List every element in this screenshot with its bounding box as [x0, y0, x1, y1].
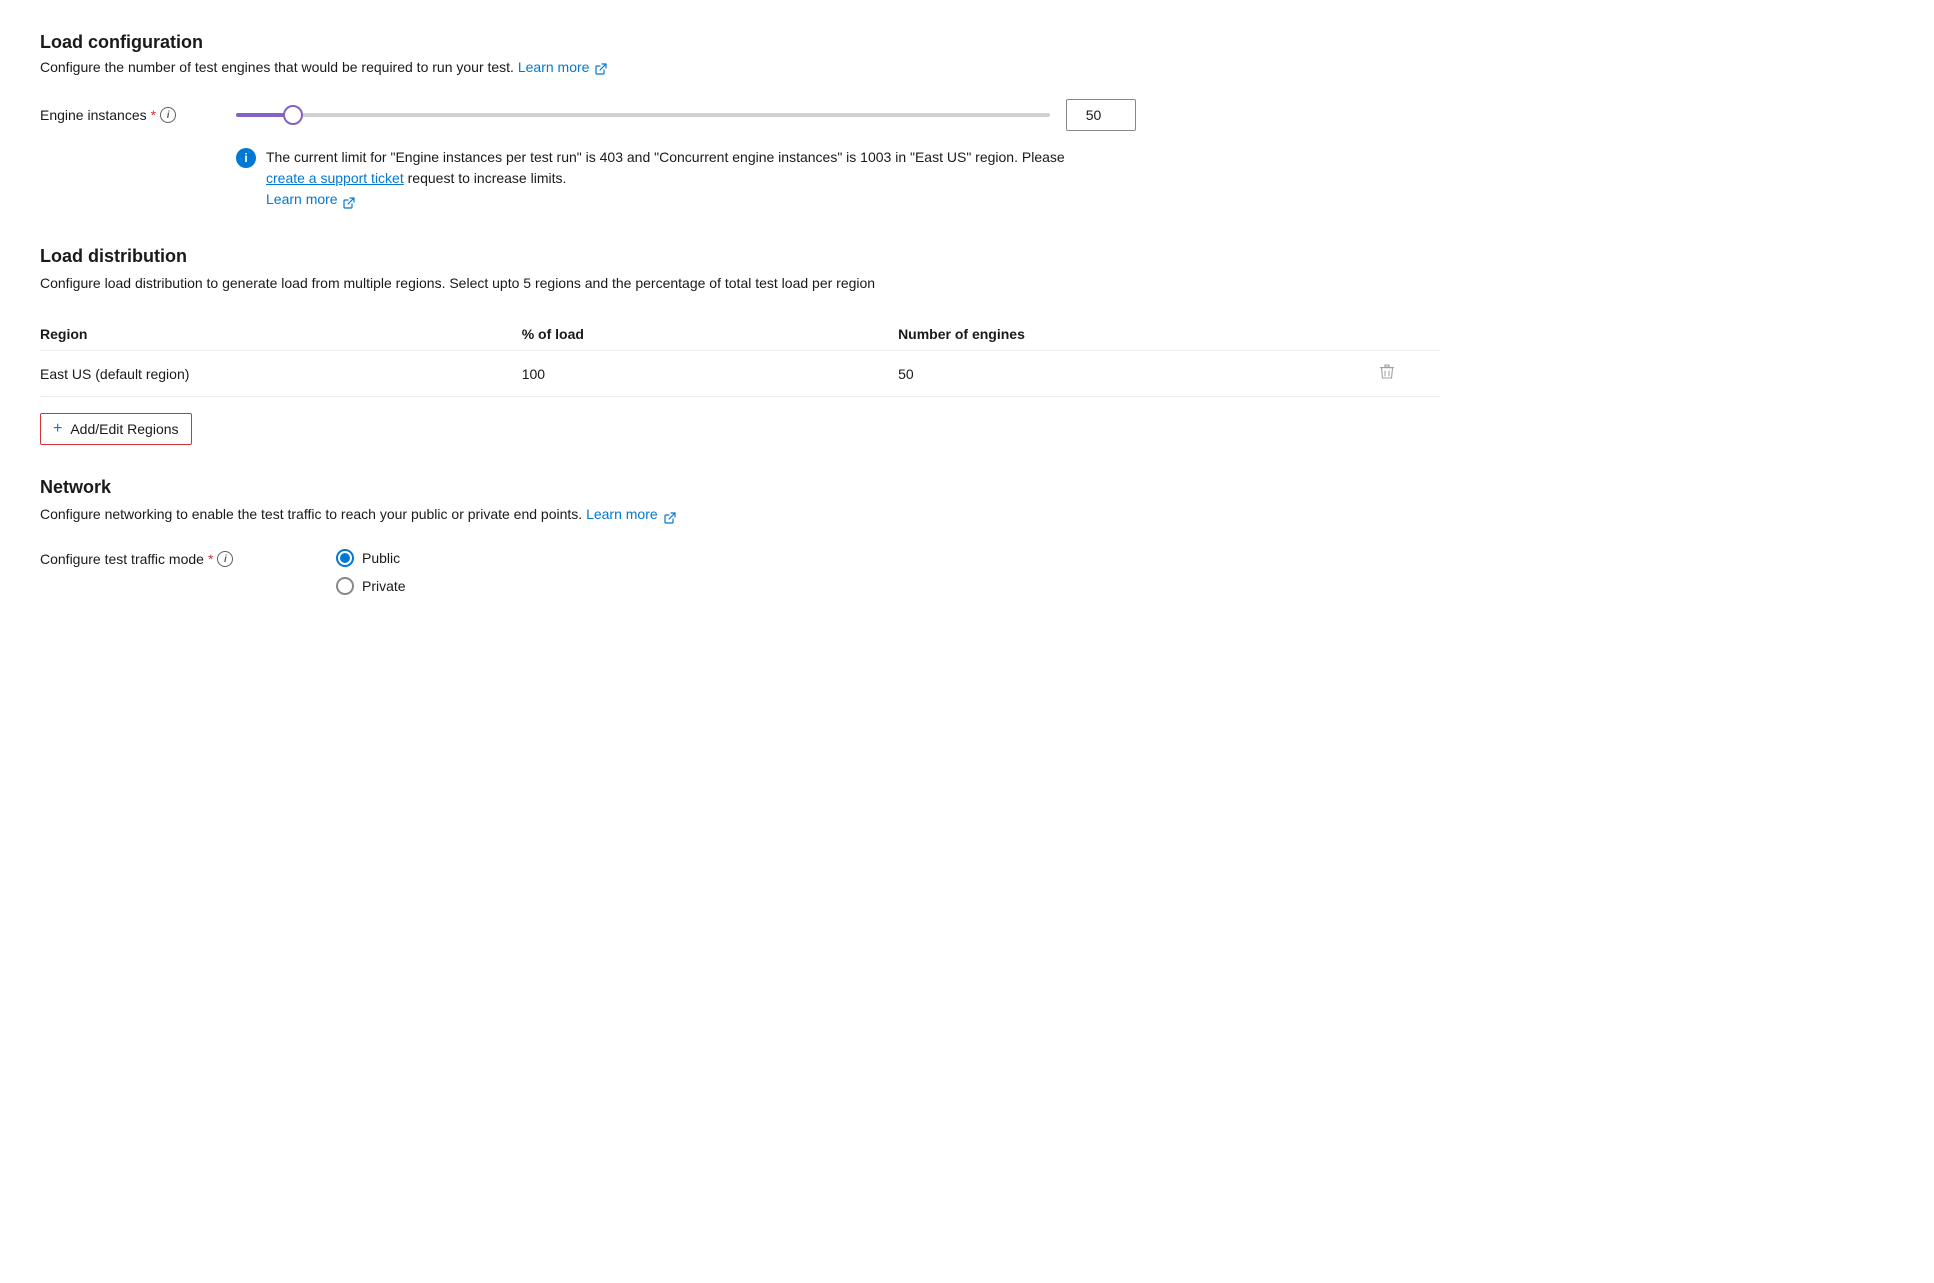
network-desc: Configure networking to enable the test …	[40, 504, 1040, 525]
radio-public-indicator[interactable]	[336, 549, 354, 567]
load-config-learn-more-link[interactable]: Learn more	[518, 59, 607, 75]
radio-public-label: Public	[362, 550, 400, 566]
engine-instances-info-box: i The current limit for "Engine instance…	[236, 147, 1096, 210]
network-section: Network Configure networking to enable t…	[40, 477, 1894, 595]
engine-instances-info-icon[interactable]: i	[160, 107, 176, 123]
plus-icon: +	[53, 420, 62, 438]
radio-private-label: Private	[362, 578, 406, 594]
required-indicator: *	[151, 107, 156, 123]
radio-private-indicator[interactable]	[336, 577, 354, 595]
col-header-load: % of load	[522, 318, 898, 351]
engines-count-cell: 50	[898, 351, 1350, 397]
info-box-external-icon	[343, 194, 355, 206]
engine-instances-row: Engine instances * i	[40, 99, 1894, 131]
network-learn-more-link[interactable]: Learn more	[586, 506, 675, 522]
info-box-learn-more-link[interactable]: Learn more	[266, 191, 355, 207]
info-circle-icon: i	[236, 148, 256, 168]
traffic-mode-required: *	[208, 551, 213, 567]
regions-table-header-row: Region % of load Number of engines	[40, 318, 1440, 351]
load-percent-cell: 100	[522, 351, 898, 397]
regions-table: Region % of load Number of engines East …	[40, 318, 1440, 397]
engine-instances-value-input[interactable]	[1066, 99, 1136, 131]
add-edit-regions-label: Add/Edit Regions	[70, 421, 178, 437]
engine-instances-slider-thumb[interactable]	[283, 105, 303, 125]
traffic-mode-label: Configure test traffic mode * i	[40, 549, 320, 567]
load-distribution-section: Load distribution Configure load distrib…	[40, 246, 1894, 477]
radio-option-public[interactable]: Public	[336, 549, 406, 567]
col-header-action	[1350, 318, 1440, 351]
col-header-engines: Number of engines	[898, 318, 1350, 351]
external-link-icon	[595, 62, 607, 74]
table-row: East US (default region) 100 50	[40, 351, 1440, 397]
add-edit-regions-button[interactable]: + Add/Edit Regions	[40, 413, 192, 445]
col-header-region: Region	[40, 318, 522, 351]
traffic-mode-field-row: Configure test traffic mode * i Public P…	[40, 549, 1894, 595]
network-external-icon	[664, 509, 676, 521]
create-support-ticket-link[interactable]: create a support ticket	[266, 170, 404, 186]
engine-instances-label: Engine instances * i	[40, 107, 220, 123]
load-configuration-section: Load configuration Configure the number …	[40, 32, 1894, 210]
traffic-mode-options: Public Private	[336, 549, 406, 595]
load-config-desc: Configure the number of test engines tha…	[40, 59, 1894, 75]
traffic-mode-info-icon[interactable]: i	[217, 551, 233, 567]
load-config-title: Load configuration	[40, 32, 1894, 53]
load-dist-title: Load distribution	[40, 246, 1894, 267]
load-dist-desc: Configure load distribution to generate …	[40, 273, 940, 294]
delete-row-icon[interactable]	[1378, 363, 1396, 381]
region-name-cell: East US (default region)	[40, 351, 522, 397]
engine-instances-info-text: The current limit for "Engine instances …	[266, 147, 1096, 210]
radio-option-private[interactable]: Private	[336, 577, 406, 595]
network-title: Network	[40, 477, 1894, 498]
engine-instances-slider-container	[236, 99, 1136, 131]
delete-row-cell	[1350, 351, 1440, 397]
engine-instances-slider-track[interactable]	[236, 113, 1050, 117]
